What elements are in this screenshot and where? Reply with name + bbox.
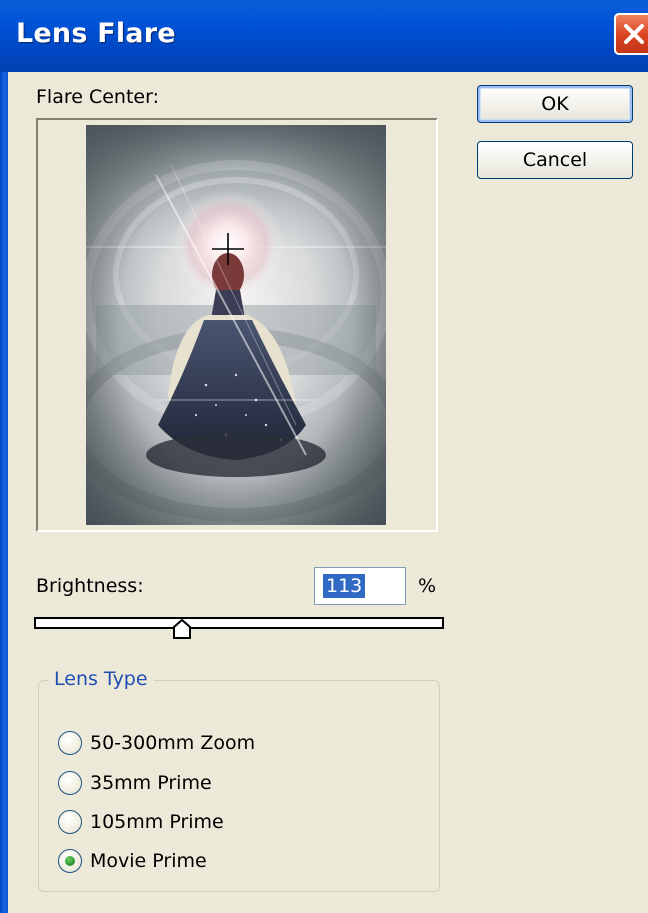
brightness-value: 113 <box>323 574 366 598</box>
brightness-input[interactable]: 113 <box>314 567 406 605</box>
slider-thumb-icon[interactable] <box>172 618 192 640</box>
window-left-border <box>0 72 8 913</box>
radio-button[interactable] <box>58 771 82 795</box>
flare-center-preview[interactable] <box>86 125 386 525</box>
radio-button-selected[interactable] <box>58 849 82 873</box>
radio-button[interactable] <box>58 810 82 834</box>
brightness-slider-track[interactable] <box>34 617 444 629</box>
cancel-button[interactable]: Cancel <box>477 141 633 179</box>
radio-label: 35mm Prime <box>90 772 212 794</box>
lens-type-legend: Lens Type <box>48 668 154 690</box>
radio-label: 50-300mm Zoom <box>90 732 256 754</box>
ok-button[interactable]: OK <box>477 85 633 123</box>
brightness-unit: % <box>418 575 437 597</box>
radio-selected-dot <box>65 856 75 866</box>
radio-button[interactable] <box>58 731 82 755</box>
radio-label: 105mm Prime <box>90 811 224 833</box>
window-title: Lens Flare <box>16 18 176 49</box>
close-button[interactable] <box>614 13 648 55</box>
radio-label: Movie Prime <box>90 850 207 872</box>
brightness-label: Brightness: <box>36 575 144 597</box>
flare-center-label: Flare Center: <box>36 86 159 108</box>
close-x-icon <box>624 24 644 44</box>
title-bar: Lens Flare <box>0 0 648 72</box>
